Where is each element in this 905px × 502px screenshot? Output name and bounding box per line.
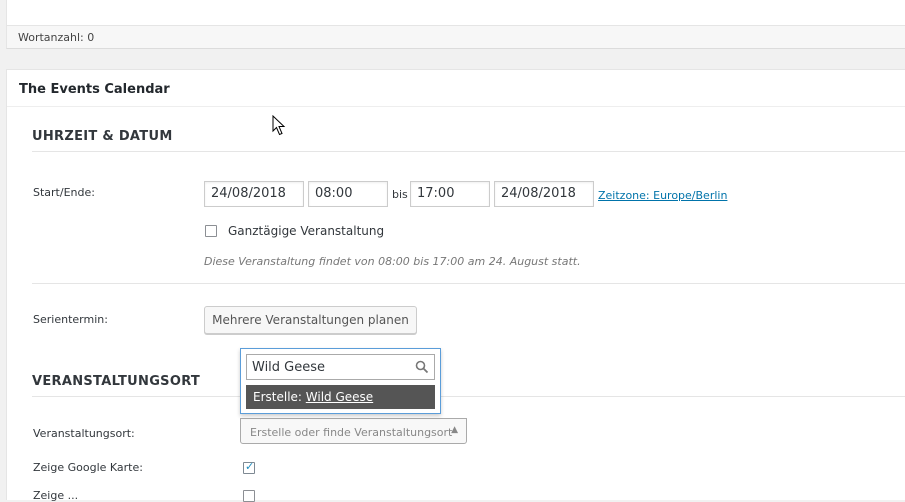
- start-end-label: Start/Ende:: [33, 186, 95, 199]
- start-date-input[interactable]: 24/08/2018: [204, 181, 304, 207]
- word-count-label: Wortanzahl:: [18, 31, 84, 44]
- start-time-input[interactable]: 08:00: [308, 181, 388, 207]
- metabox-title[interactable]: The Events Calendar: [19, 82, 170, 97]
- datetime-heading-line: [32, 151, 905, 152]
- all-day-checkbox[interactable]: [205, 225, 217, 237]
- end-date-input[interactable]: 24/08/2018: [494, 181, 594, 207]
- event-time-summary: Diese Veranstaltung findet von 08:00 bis…: [204, 255, 581, 268]
- google-map-link-checkbox[interactable]: [243, 490, 255, 502]
- word-count-value: 0: [87, 31, 95, 44]
- venue-heading-line: [32, 396, 905, 397]
- create-venue-name: Wild Geese: [305, 390, 374, 404]
- editor-area[interactable]: [6, 0, 905, 26]
- editor-status-bar: Wortanzahl: 0: [6, 26, 905, 49]
- recurrence-label: Serientermin:: [33, 313, 108, 326]
- venue-select[interactable]: Erstelle oder finde Veranstaltungsort ▲: [240, 418, 467, 444]
- venue-search-input[interactable]: Wild Geese: [246, 354, 435, 380]
- mouse-cursor-icon: [272, 115, 286, 136]
- metabox-divider: [7, 106, 905, 107]
- search-icon: [415, 360, 429, 374]
- create-venue-option[interactable]: Erstelle: Wild Geese: [246, 385, 435, 409]
- google-map-link-label: Zeige ...: [33, 489, 79, 502]
- venue-search-value: Wild Geese: [252, 360, 326, 375]
- word-count: Wortanzahl: 0: [18, 31, 94, 44]
- until-label: bis: [392, 188, 408, 201]
- google-map-label: Zeige Google Karte:: [33, 461, 143, 474]
- venue-dropdown: Wild Geese Erstelle: Wild Geese: [240, 348, 441, 414]
- venue-heading: VERANSTALTUNGSORT: [32, 374, 201, 389]
- end-time-input[interactable]: 17:00: [410, 181, 490, 207]
- timezone-link[interactable]: Zeitzone: Europe/Berlin: [598, 189, 727, 202]
- recurrence-divider: [32, 283, 905, 284]
- schedule-multiple-events-button[interactable]: Mehrere Veranstaltungen planen: [204, 306, 417, 334]
- venue-select-placeholder: Erstelle oder finde Veranstaltungsort: [250, 426, 453, 439]
- checkmark-icon: ✓: [245, 460, 255, 473]
- datetime-heading: UHRZEIT & DATUM: [32, 129, 173, 144]
- venue-label: Veranstaltungsort:: [33, 427, 135, 440]
- google-map-checkbox[interactable]: ✓: [243, 460, 255, 474]
- all-day-label[interactable]: Ganztägige Veranstaltung: [228, 224, 384, 238]
- arrow-up-icon: ▲: [451, 425, 458, 435]
- create-venue-prefix: Erstelle:: [253, 390, 302, 404]
